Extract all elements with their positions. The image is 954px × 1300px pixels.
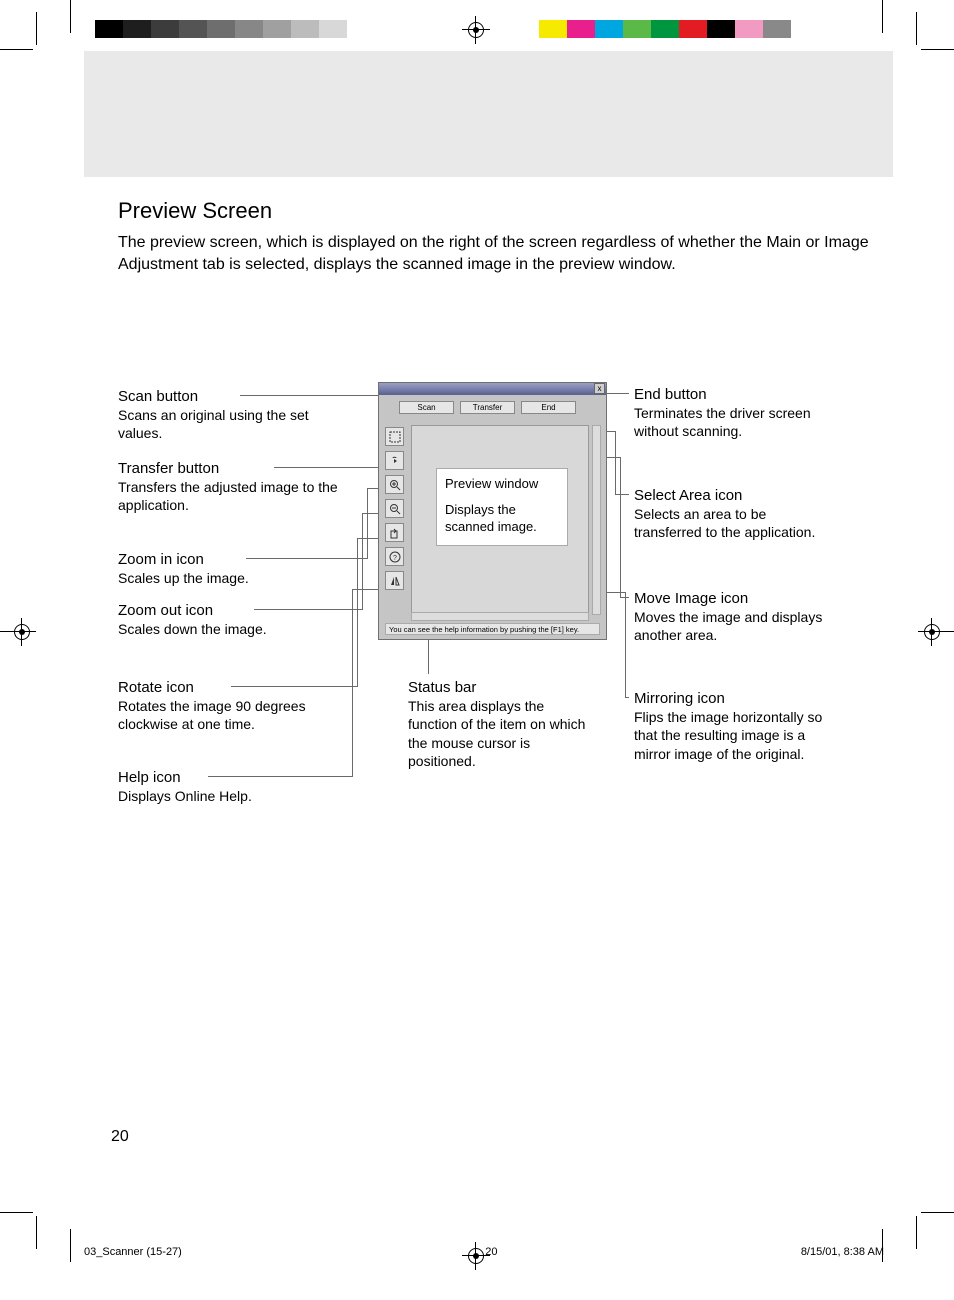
section-title: Preview Screen (118, 198, 876, 224)
help-icon[interactable]: ? (385, 547, 404, 566)
rotate-icon[interactable] (385, 523, 404, 542)
scrollbar-horizontal[interactable] (411, 612, 589, 621)
mirroring-icon[interactable] (385, 571, 404, 590)
move-image-icon[interactable] (385, 451, 404, 470)
scan-button[interactable]: Scan (399, 401, 454, 414)
callout-end: End button Terminates the driver screen … (634, 385, 814, 441)
annotated-diagram: Scan button Scans an original using the … (118, 382, 876, 812)
status-bar: You can see the help information by push… (385, 623, 600, 635)
scrollbar-vertical[interactable] (592, 425, 601, 615)
preview-area: Preview window Displays the scanned imag… (411, 425, 589, 615)
preview-window-screenshot: x Scan Transfer End ? Preview window Dis… (378, 382, 607, 640)
callout-select-area: Select Area icon Selects an area to be t… (634, 486, 824, 542)
chapter-header-block (84, 51, 893, 177)
callout-move-image: Move Image icon Moves the image and disp… (634, 589, 824, 645)
grayscale-calibration-bar (95, 20, 375, 38)
callout-zoom-in: Zoom in icon Scales up the image. (118, 550, 338, 587)
callout-mirroring: Mirroring icon Flips the image horizonta… (634, 689, 834, 763)
select-area-icon[interactable] (385, 427, 404, 446)
end-button[interactable]: End (521, 401, 576, 414)
close-icon[interactable]: x (594, 383, 605, 394)
svg-text:?: ? (393, 555, 397, 562)
callout-status-bar: Status bar This area displays the functi… (408, 678, 588, 770)
zoom-out-icon[interactable] (385, 499, 404, 518)
callout-help: Help icon Displays Online Help. (118, 768, 338, 805)
color-calibration-bar (539, 20, 791, 38)
callout-zoom-out: Zoom out icon Scales down the image. (118, 601, 338, 638)
preview-window-note: Preview window Displays the scanned imag… (436, 468, 568, 546)
intro-paragraph: The preview screen, which is displayed o… (118, 232, 876, 276)
zoom-in-icon[interactable] (385, 475, 404, 494)
transfer-button[interactable]: Transfer (460, 401, 515, 414)
page-number: 20 (111, 1128, 129, 1146)
print-footer: 03_Scanner (15-27) 20 8/15/01, 8:38 AM (84, 1246, 884, 1258)
